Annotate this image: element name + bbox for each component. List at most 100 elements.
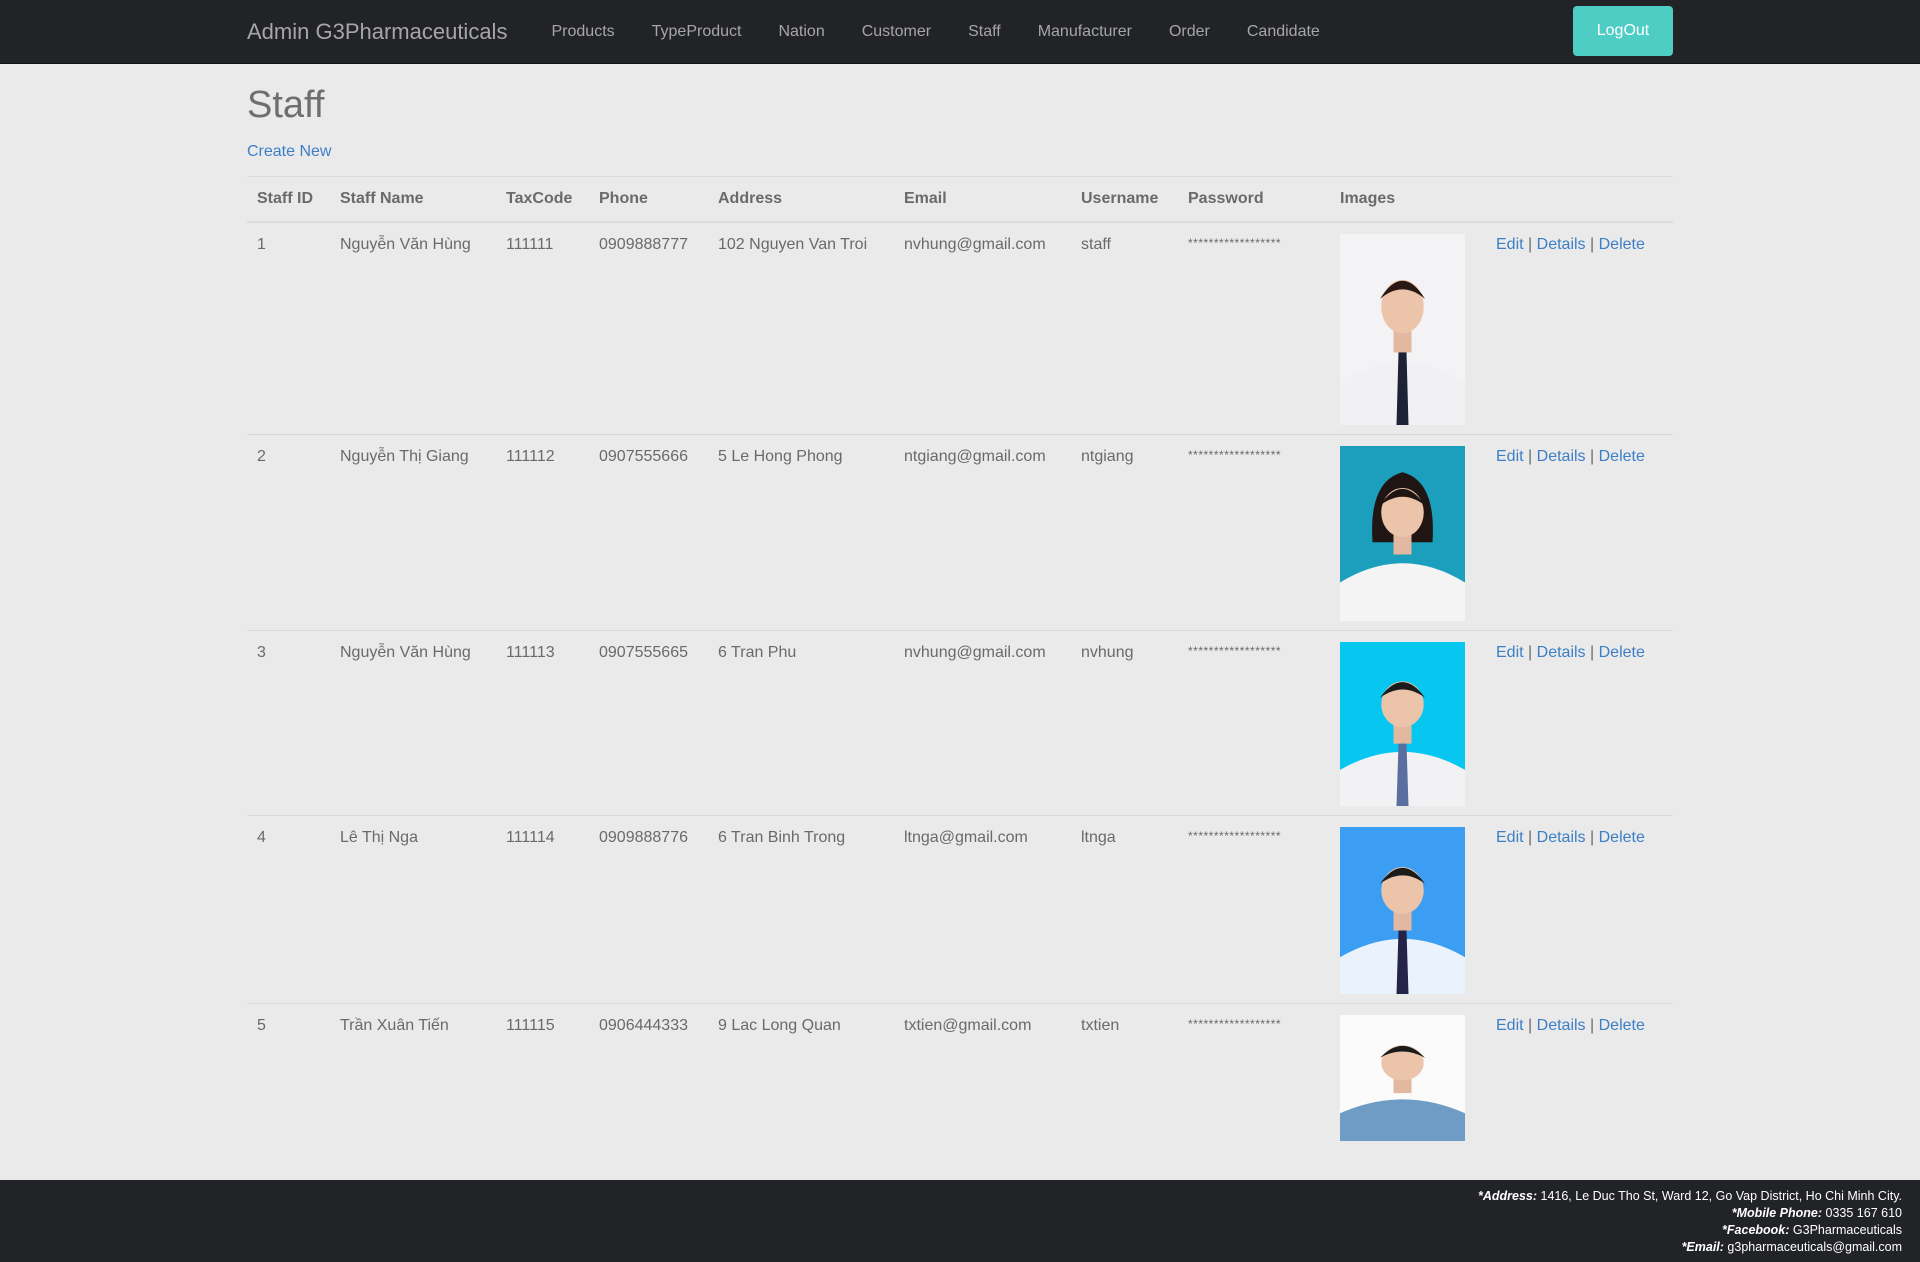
header-staff-name: Staff Name <box>330 176 496 223</box>
staff-name-cell: Lê Thị Nga <box>330 814 496 1003</box>
delete-link[interactable]: Delete <box>1599 1017 1645 1034</box>
staff-image-cell <box>1330 1002 1486 1150</box>
nav-item-products[interactable]: Products <box>533 23 633 41</box>
staff-photo <box>1340 233 1465 425</box>
staff-photo <box>1340 641 1465 806</box>
table-row: 4 Lê Thị Nga 111114 0909888776 6 Tran Binh T… <box>247 814 1673 1003</box>
edit-link[interactable]: Edit <box>1496 829 1524 846</box>
table-row: 5 Trần Xuân Tiến 111115 0906444333 9 Lac Lon… <box>247 1002 1673 1150</box>
row-actions: Edit | Details | Delete <box>1486 1002 1673 1150</box>
action-separator: | <box>1590 828 1595 846</box>
email-cell: ltnga@gmail.com <box>894 814 1071 1003</box>
create-new-link[interactable]: Create New <box>247 143 331 161</box>
row-actions: Edit | Details | Delete <box>1486 433 1673 630</box>
header-phone: Phone <box>589 176 708 223</box>
action-separator: | <box>1590 1016 1595 1034</box>
details-link[interactable]: Details <box>1537 1017 1586 1034</box>
staff-name-cell: Nguyễn Văn Hùng <box>330 629 496 815</box>
phone-cell: 0909888777 <box>589 221 708 434</box>
edit-link[interactable]: Edit <box>1496 236 1524 253</box>
action-separator: | <box>1528 643 1533 661</box>
phone-cell: 0906444333 <box>589 1002 708 1150</box>
nav-item-candidate[interactable]: Candidate <box>1228 23 1338 41</box>
staff-id-cell: 5 <box>247 1002 330 1150</box>
footer-facebook: *Facebook: G3Pharmaceuticals <box>1722 1223 1902 1237</box>
footer-address: *Address: 1416, Le Duc Tho St, Ward 12, … <box>1477 1189 1902 1203</box>
edit-link[interactable]: Edit <box>1496 448 1524 465</box>
username-cell: nvhung <box>1071 629 1178 815</box>
brand-link[interactable]: Admin G3Pharmaceuticals <box>247 19 507 45</box>
nav-menu: Products TypeProduct Nation Customer Sta… <box>533 0 1338 64</box>
action-separator: | <box>1528 828 1533 846</box>
email-cell: nvhung@gmail.com <box>894 629 1071 815</box>
staff-id-cell: 2 <box>247 433 330 630</box>
staff-name-cell: Nguyễn Thị Giang <box>330 433 496 630</box>
header-address: Address <box>708 176 894 223</box>
address-cell: 6 Tran Binh Trong <box>708 814 894 1003</box>
header-taxcode: TaxCode <box>496 176 589 223</box>
footer-email: *Email: g3pharmaceuticals@gmail.com <box>1681 1240 1902 1254</box>
staff-image-cell <box>1330 221 1486 434</box>
address-cell: 6 Tran Phu <box>708 629 894 815</box>
header-password: Password <box>1178 176 1330 223</box>
table-row: 2 Nguyễn Thị Giang 111112 0907555666 5 Le Ho… <box>247 433 1673 630</box>
email-cell: txtien@gmail.com <box>894 1002 1071 1150</box>
phone-cell: 0907555666 <box>589 433 708 630</box>
header-images: Images <box>1330 176 1486 223</box>
staff-name-cell: Trần Xuân Tiến <box>330 1002 496 1150</box>
delete-link[interactable]: Delete <box>1599 236 1645 253</box>
password-cell: ****************** <box>1178 221 1330 434</box>
email-cell: nvhung@gmail.com <box>894 221 1071 434</box>
edit-link[interactable]: Edit <box>1496 1017 1524 1034</box>
delete-link[interactable]: Delete <box>1599 829 1645 846</box>
staff-id-cell: 1 <box>247 221 330 434</box>
nav-item-manufacturer[interactable]: Manufacturer <box>1019 23 1150 41</box>
nav-item-nation[interactable]: Nation <box>760 23 843 41</box>
password-cell: ****************** <box>1178 433 1330 630</box>
staff-id-cell: 4 <box>247 814 330 1003</box>
action-separator: | <box>1590 447 1595 465</box>
staff-photo <box>1340 826 1465 994</box>
address-cell: 5 Le Hong Phong <box>708 433 894 630</box>
nav-item-typeproduct[interactable]: TypeProduct <box>633 23 760 41</box>
row-actions: Edit | Details | Delete <box>1486 629 1673 815</box>
password-cell: ****************** <box>1178 814 1330 1003</box>
username-cell: staff <box>1071 221 1178 434</box>
password-cell: ****************** <box>1178 1002 1330 1150</box>
details-link[interactable]: Details <box>1537 236 1586 253</box>
nav-item-order[interactable]: Order <box>1150 23 1228 41</box>
taxcode-cell: 111115 <box>496 1002 589 1150</box>
username-cell: txtien <box>1071 1002 1178 1150</box>
staff-image-cell <box>1330 814 1486 1003</box>
phone-cell: 0909888776 <box>589 814 708 1003</box>
username-cell: ntgiang <box>1071 433 1178 630</box>
delete-link[interactable]: Delete <box>1599 644 1645 661</box>
nav-item-staff[interactable]: Staff <box>950 23 1020 41</box>
taxcode-cell: 111114 <box>496 814 589 1003</box>
staff-name-cell: Nguyễn Văn Hùng <box>330 221 496 434</box>
header-username: Username <box>1071 176 1178 223</box>
table-header-row: Staff ID Staff Name TaxCode Phone Addres… <box>247 176 1673 223</box>
address-cell: 9 Lac Long Quan <box>708 1002 894 1150</box>
email-cell: ntgiang@gmail.com <box>894 433 1071 630</box>
delete-link[interactable]: Delete <box>1599 448 1645 465</box>
footer: *Address: 1416, Le Duc Tho St, Ward 12, … <box>0 1180 1920 1262</box>
action-separator: | <box>1528 1016 1533 1034</box>
details-link[interactable]: Details <box>1537 448 1586 465</box>
details-link[interactable]: Details <box>1537 829 1586 846</box>
top-navbar: Admin G3Pharmaceuticals Products TypePro… <box>0 0 1920 64</box>
action-separator: | <box>1590 235 1595 253</box>
logout-button[interactable]: LogOut <box>1573 6 1673 56</box>
phone-cell: 0907555665 <box>589 629 708 815</box>
staff-photo <box>1340 1014 1465 1141</box>
row-actions: Edit | Details | Delete <box>1486 814 1673 1003</box>
table-row: 3 Nguyễn Văn Hùng 111113 0907555665 6 Tran P… <box>247 629 1673 815</box>
header-staff-id: Staff ID <box>247 176 330 223</box>
staff-photo <box>1340 445 1465 621</box>
staff-table: Staff ID Staff Name TaxCode Phone Addres… <box>247 176 1673 1150</box>
staff-image-cell <box>1330 433 1486 630</box>
edit-link[interactable]: Edit <box>1496 644 1524 661</box>
details-link[interactable]: Details <box>1537 644 1586 661</box>
row-actions: Edit | Details | Delete <box>1486 221 1673 434</box>
nav-item-customer[interactable]: Customer <box>843 23 949 41</box>
